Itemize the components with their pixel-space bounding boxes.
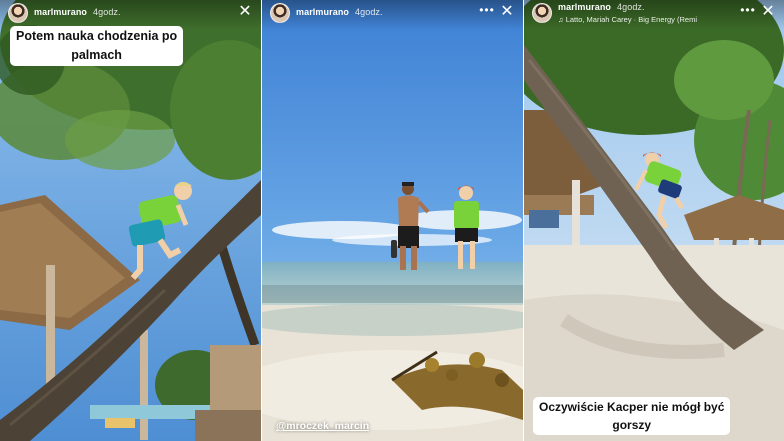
story-caption: Oczywiście Kacper nie mógł być gorszy [533,397,731,435]
story-header: marlmurano 4godz. ••• ✕ [262,0,523,30]
caption-line-1: Oczywiście Kacper nie mógł być [539,400,725,414]
username[interactable]: marlmurano 4godz. [296,7,383,17]
close-icon[interactable]: ✕ [237,4,253,20]
story-panel-1[interactable]: marlmurano 4godz. ✕ Potem nauka chodzenia… [0,0,261,441]
story-caption: Potem nauka chodzenia po palmach [10,26,184,66]
music-sticker[interactable]: ♫ Latto, Mariah Carey · Big Energy (Remi [558,15,697,24]
close-icon[interactable]: ✕ [499,4,515,20]
caption-line-1: Potem nauka chodzenia po [16,29,178,43]
caption-line-2: gorszy [612,418,652,432]
story-panel-2[interactable]: marlmurano 4godz. ••• ✕ @mroczek_marcin [262,0,523,441]
story-header: marlmurano 4godz. ♫ Latto, Mariah Carey ·… [524,0,784,30]
post-time: 4godz. [355,7,383,17]
more-options-icon[interactable]: ••• [479,3,495,17]
caption-line-2: palmach [71,48,122,62]
avatar[interactable] [270,3,290,23]
avatar[interactable] [532,3,552,23]
post-time: 4godz. [93,7,121,17]
story-image-beach [262,0,523,441]
username[interactable]: marlmurano 4godz. [34,7,121,17]
story-image-palm-climb [0,0,261,441]
close-icon[interactable]: ✕ [760,4,776,20]
mention-tag[interactable]: @mroczek_marcin [276,420,369,432]
more-options-icon[interactable]: ••• [740,3,756,17]
story-panel-3[interactable]: marlmurano 4godz. ♫ Latto, Mariah Carey ·… [524,0,784,441]
username[interactable]: marlmurano 4godz. [558,2,645,12]
post-time: 4godz. [617,2,645,12]
avatar[interactable] [8,3,28,23]
story-image-palm-kid [524,0,784,441]
